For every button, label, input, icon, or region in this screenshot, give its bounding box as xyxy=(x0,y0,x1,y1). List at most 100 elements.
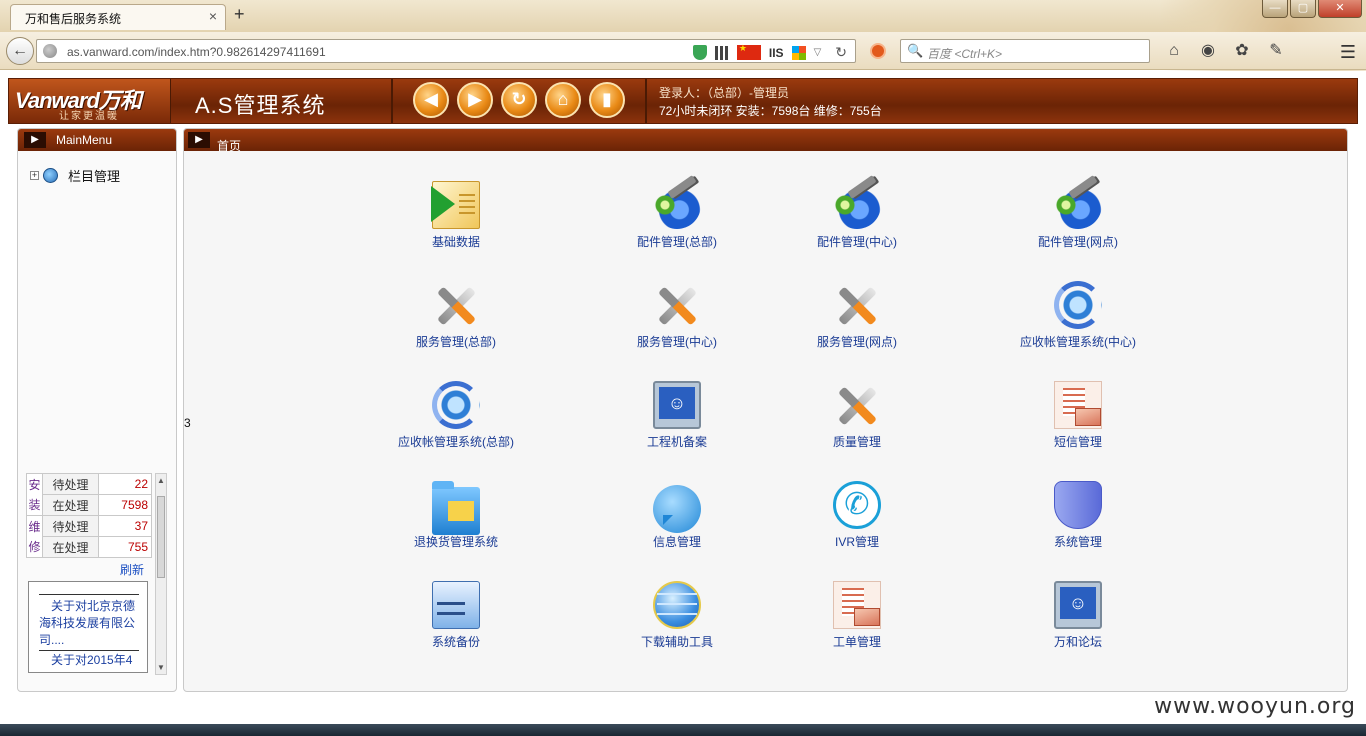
tree-expand-icon[interactable]: + xyxy=(30,171,39,180)
module-item[interactable]: IVR管理 xyxy=(757,481,957,550)
windows-logo-icon[interactable] xyxy=(791,45,806,60)
scroll-up-icon[interactable]: ▲ xyxy=(156,476,166,485)
maximize-button[interactable]: ▢ xyxy=(1290,0,1316,18)
security-shield-icon[interactable] xyxy=(692,45,707,60)
address-bar[interactable]: as.vanward.com/index.htm?0.9826142974116… xyxy=(36,39,856,63)
shield-icon[interactable] xyxy=(1054,481,1102,529)
module-item[interactable]: 配件管理(总部) xyxy=(577,181,777,250)
module-item[interactable]: 应收帐管理系统(总部) xyxy=(356,381,556,450)
close-window-button[interactable]: ✕ xyxy=(1318,0,1362,18)
module-label[interactable]: 系统管理 xyxy=(978,533,1178,550)
ie-globe-icon[interactable] xyxy=(653,581,701,629)
stat-value[interactable]: 7598 xyxy=(98,494,152,516)
module-item[interactable]: 工单管理 xyxy=(757,581,957,650)
module-label[interactable]: 服务管理(网点) xyxy=(757,333,957,350)
tree-item-label[interactable]: 栏目管理 xyxy=(68,166,120,185)
new-tab-button[interactable]: + xyxy=(234,4,245,25)
parts-gear-icon[interactable] xyxy=(833,181,881,229)
module-item[interactable]: 服务管理(网点) xyxy=(757,281,957,350)
module-label[interactable]: 退换货管理系统 xyxy=(356,533,556,550)
module-label[interactable]: IVR管理 xyxy=(757,533,957,550)
news-item[interactable]: 关于对2015年4 xyxy=(39,652,143,669)
module-label[interactable]: 工程机备案 xyxy=(577,433,777,450)
china-flag-icon[interactable] xyxy=(736,43,761,60)
scroll-thumb[interactable] xyxy=(157,496,165,578)
module-item[interactable]: 系统管理 xyxy=(978,481,1178,550)
module-label[interactable]: 工单管理 xyxy=(757,633,957,650)
flower-addon-icon[interactable]: ✿ xyxy=(1232,41,1252,61)
module-item[interactable]: 应收帐管理系统(中心) xyxy=(978,281,1178,350)
module-item[interactable]: 配件管理(网点) xyxy=(978,181,1178,250)
refresh-link[interactable]: 刷新 xyxy=(120,561,144,578)
tree-item-column-management[interactable]: + 栏目管理 xyxy=(30,166,120,185)
module-label[interactable]: 服务管理(总部) xyxy=(356,333,556,350)
basic-data-icon[interactable] xyxy=(431,181,480,229)
module-item[interactable]: 工程机备案 xyxy=(577,381,777,450)
sync-globe-icon[interactable] xyxy=(1054,281,1102,329)
phone-icon[interactable] xyxy=(833,481,881,529)
module-item[interactable]: 退换货管理系统 xyxy=(356,481,556,550)
iis-server-icon[interactable]: IIS xyxy=(769,46,784,60)
home-icon[interactable]: ⌂ xyxy=(1164,41,1184,61)
play-arrow-icon[interactable]: ▶ xyxy=(24,132,46,148)
back-arrow-icon[interactable]: ◀ xyxy=(413,82,449,118)
sidebar-scrollbar[interactable]: ▲ ▼ xyxy=(155,473,167,675)
scroll-down-icon[interactable]: ▼ xyxy=(156,663,166,672)
module-item[interactable]: 质量管理 xyxy=(757,381,957,450)
play-arrow-icon[interactable]: ▶ xyxy=(188,132,210,148)
module-label[interactable]: 配件管理(中心) xyxy=(757,233,957,250)
cabinet-icon[interactable] xyxy=(432,581,480,629)
module-item[interactable]: 万和论坛 xyxy=(978,581,1178,650)
module-label[interactable]: 基础数据 xyxy=(356,233,556,250)
module-item[interactable]: 系统备份 xyxy=(356,581,556,650)
module-item[interactable]: 下载辅助工具 xyxy=(577,581,777,650)
folder-icon[interactable] xyxy=(432,481,480,535)
sms-document-icon[interactable] xyxy=(833,581,881,629)
tools-icon[interactable] xyxy=(833,381,881,429)
home-icon[interactable]: ⌂ xyxy=(545,82,581,118)
module-item[interactable]: 服务管理(总部) xyxy=(356,281,556,350)
qr-code-icon[interactable] xyxy=(714,45,729,60)
module-label[interactable]: 应收帐管理系统(总部) xyxy=(356,433,556,450)
adblock-icon[interactable] xyxy=(870,43,886,59)
dropdown-arrow-icon[interactable]: ▽ xyxy=(814,47,822,58)
url-text[interactable]: as.vanward.com/index.htm?0.9826142974116… xyxy=(67,45,326,59)
news-item[interactable]: 关于对北京京德海科技发展有限公司.... xyxy=(39,598,143,649)
module-label[interactable]: 短信管理 xyxy=(978,433,1178,450)
logout-door-icon[interactable]: ▮ xyxy=(589,82,625,118)
stat-value[interactable]: 37 xyxy=(98,515,152,537)
news-item-text[interactable]: 关于对北京京德海科技发展有限公司.... xyxy=(39,599,135,647)
chat-bubble-icon[interactable] xyxy=(653,485,701,533)
module-item[interactable]: 配件管理(中心) xyxy=(757,181,957,250)
module-label[interactable]: 系统备份 xyxy=(356,633,556,650)
tools-icon[interactable] xyxy=(432,281,480,329)
monitor-icon[interactable] xyxy=(653,381,701,429)
sms-document-icon[interactable] xyxy=(1054,381,1102,429)
forward-arrow-icon[interactable]: ▶ xyxy=(457,82,493,118)
module-label[interactable]: 万和论坛 xyxy=(978,633,1178,650)
module-label[interactable]: 配件管理(网点) xyxy=(978,233,1178,250)
hamburger-menu-icon[interactable]: ☰ xyxy=(1340,42,1356,63)
module-label[interactable]: 信息管理 xyxy=(577,533,777,550)
tools-icon[interactable] xyxy=(833,281,881,329)
back-button[interactable]: ← xyxy=(6,37,34,65)
globe-addon-icon[interactable]: ◉ xyxy=(1198,41,1218,61)
module-label[interactable]: 配件管理(总部) xyxy=(577,233,777,250)
stat-value[interactable]: 22 xyxy=(98,473,152,495)
search-box[interactable]: 🔍 百度 <Ctrl+K> xyxy=(900,39,1150,63)
reload-icon[interactable]: ↻ xyxy=(835,44,847,61)
stat-value[interactable]: 755 xyxy=(98,536,152,558)
tools-icon[interactable] xyxy=(653,281,701,329)
refresh-icon[interactable]: ↻ xyxy=(501,82,537,118)
tab-close-icon[interactable]: × xyxy=(209,8,217,24)
module-label[interactable]: 质量管理 xyxy=(757,433,957,450)
module-label[interactable]: 下载辅助工具 xyxy=(577,633,777,650)
module-item[interactable]: 服务管理(中心) xyxy=(577,281,777,350)
site-identity-icon[interactable] xyxy=(43,44,57,58)
news-item-text[interactable]: 关于对2015年4 xyxy=(51,653,132,667)
parts-gear-icon[interactable] xyxy=(1054,181,1102,229)
parts-gear-icon[interactable] xyxy=(653,181,701,229)
browser-tab[interactable]: 万和售后服务系统 × xyxy=(10,4,226,30)
module-item[interactable]: 基础数据 xyxy=(356,181,556,250)
tools-addon-icon[interactable]: ✎ xyxy=(1266,41,1286,61)
